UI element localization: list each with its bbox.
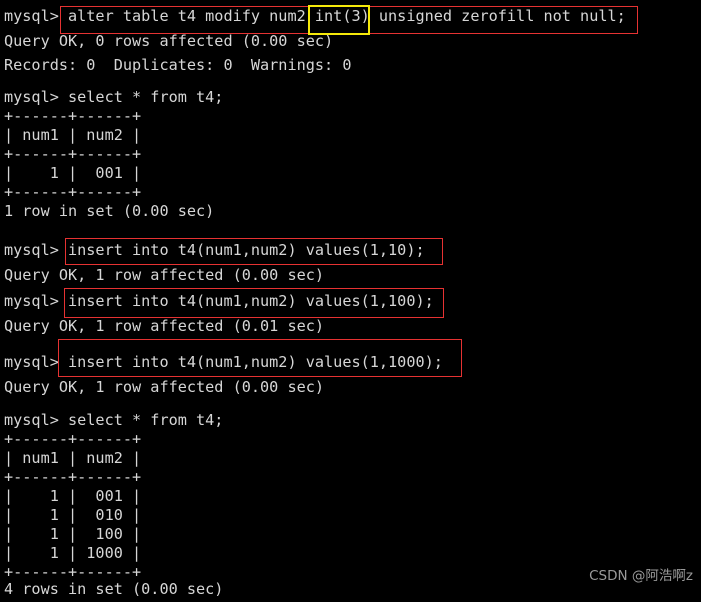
terminal-line: 1 row in set (0.00 sec) [4,202,215,220]
terminal-line: mysql> alter table t4 modify num2 int(3)… [4,7,626,25]
terminal-line: Query OK, 0 rows affected (0.00 sec) [4,31,334,50]
terminal-line: mysql> insert into t4(num1,num2) values(… [4,292,434,310]
terminal-line: Query OK, 1 row affected (0.00 sec) [4,265,325,284]
terminal-line: Query OK, 1 row affected (0.01 sec) [4,316,325,335]
watermark: CSDN @阿浩啊z [589,568,693,584]
terminal-line: Records: 0 Duplicates: 0 Warnings: 0 [4,56,352,74]
terminal-line: 4 rows in set (0.00 sec) [4,580,224,598]
terminal-line: Query OK, 1 row affected (0.00 sec) [4,377,325,396]
terminal-line: mysql> insert into t4(num1,num2) values(… [4,241,425,259]
terminal-window: mysql> alter table t4 modify num2 int(3)… [0,0,701,600]
terminal-line: mysql> insert into t4(num1,num2) values(… [4,353,443,371]
